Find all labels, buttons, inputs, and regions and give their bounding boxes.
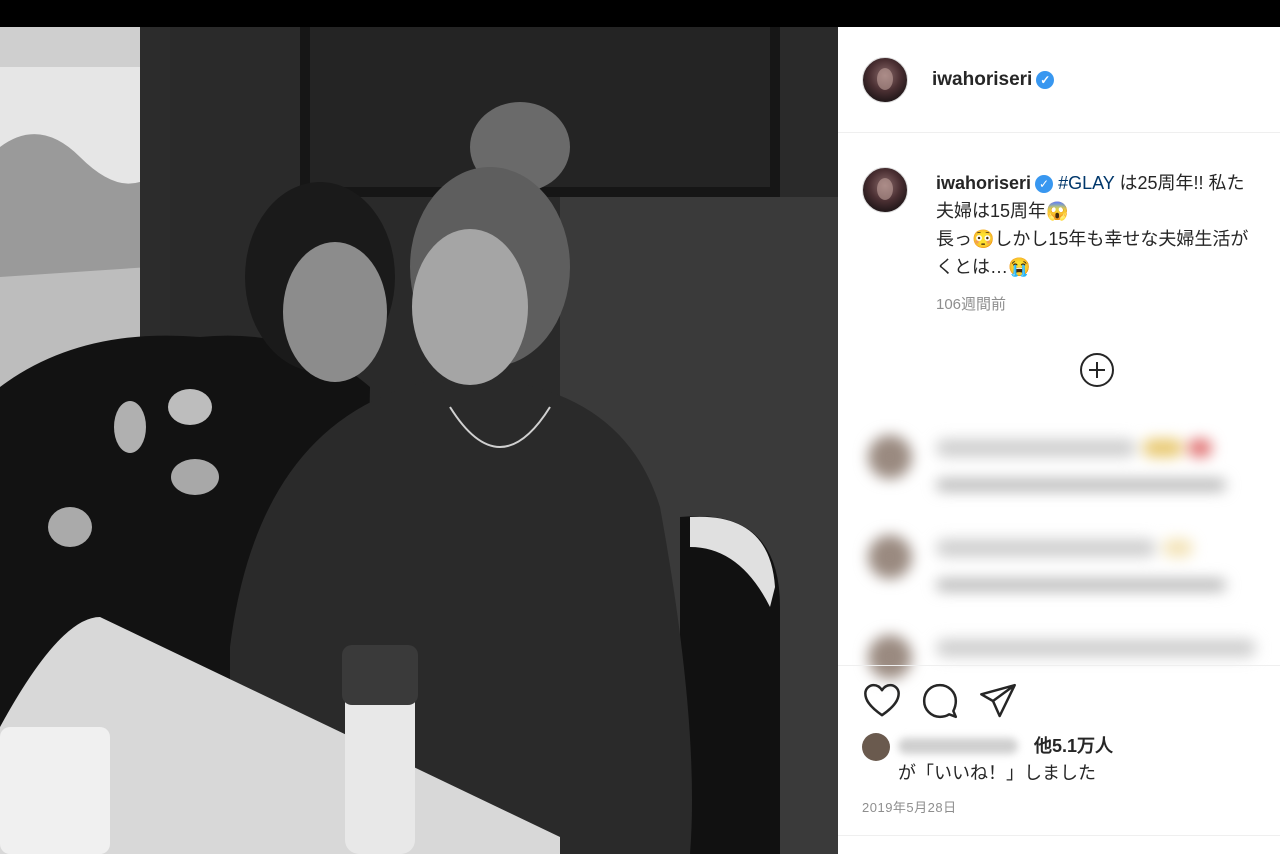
hashtag-link[interactable]: #GLAY (1058, 173, 1114, 193)
caption-line-3: 長っ😳しかし15年も幸せな夫婦生活が (936, 229, 1249, 249)
comment-emoji (1188, 439, 1212, 457)
caption-avatar[interactable] (862, 167, 908, 213)
caption-line-2: 夫婦は15周年😱 (936, 201, 1069, 221)
caption-line-4: くとは…😭 (936, 257, 1031, 277)
caption-username[interactable]: iwahoriseri (936, 173, 1031, 193)
comments-list (838, 417, 1280, 679)
liker-avatar[interactable] (862, 733, 890, 761)
bottom-divider (838, 835, 1280, 836)
plus-circle-icon[interactable] (1080, 353, 1114, 387)
liker-username[interactable] (898, 738, 1018, 754)
comment-meta (936, 579, 1226, 591)
header-username[interactable]: iwahoriseri (932, 69, 1032, 90)
likes-suffix: が「いいね！」しました (898, 763, 1096, 783)
likes-count[interactable]: 他5.1万人 (1034, 732, 1113, 758)
comment-avatar (868, 535, 912, 579)
verified-badge-icon: ✓ (1036, 70, 1055, 89)
comment-icon[interactable] (920, 681, 960, 721)
post-photo[interactable] (0, 27, 838, 854)
caption-time-ago[interactable]: 106週間前 (936, 293, 1006, 314)
post-side-panel: iwahoriseri ✓ iwahoriseri ✓ #GLAY は25周年!! … (838, 27, 1280, 854)
comment-emoji (1143, 439, 1183, 457)
heart-icon[interactable] (862, 681, 902, 721)
caption-text-1: は25周年!! 私た (1114, 173, 1245, 193)
comment-avatar (868, 635, 912, 679)
profile-avatar[interactable] (862, 57, 908, 103)
photo-illustration (0, 27, 838, 854)
caption: iwahoriseri ✓ #GLAY は25周年!! 私た 夫婦は15周年😱 長… (936, 169, 1280, 281)
comment-emoji (1163, 539, 1193, 557)
comment-meta (936, 479, 1226, 491)
top-black-bar (0, 0, 1280, 27)
caption-verified-badge-icon: ✓ (1035, 175, 1054, 194)
actions-divider (838, 665, 1280, 666)
comment-text (936, 539, 1156, 557)
comment-text (936, 639, 1256, 657)
send-icon[interactable] (978, 681, 1018, 721)
comment-avatar (868, 435, 912, 479)
comment-text (936, 439, 1136, 457)
action-bar (862, 681, 1262, 725)
post-date[interactable]: 2019年5月28日 (862, 797, 957, 816)
header-divider (838, 132, 1280, 133)
header-username-row: iwahoriseri ✓ (932, 69, 1055, 91)
caption-line-1: iwahoriseri ✓ #GLAY は25周年!! 私た (936, 169, 1280, 197)
